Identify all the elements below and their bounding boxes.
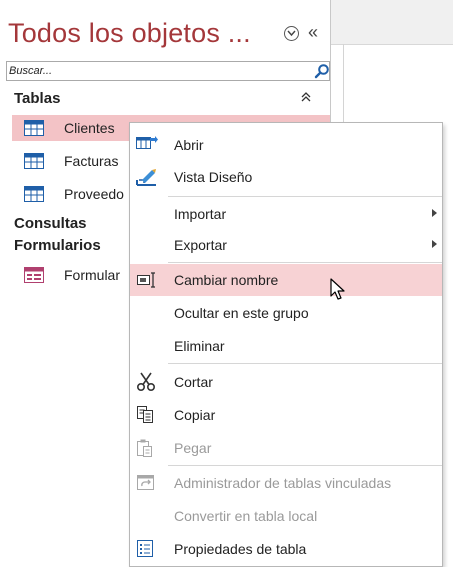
menu-item-label: Propiedades de tabla: [174, 541, 307, 557]
nav-item-label: Formular: [64, 267, 121, 283]
properties-icon: [136, 539, 156, 559]
menu-item-label: Vista Diseño: [174, 169, 253, 185]
open-table-icon: [136, 135, 158, 155]
group-header-consultas[interactable]: Consultas: [14, 215, 87, 232]
menu-item-convertir-tabla-local[interactable]: Convertir en tabla local: [130, 500, 442, 532]
search-icon[interactable]: [314, 63, 330, 84]
table-icon: [24, 153, 44, 174]
rename-icon: [136, 270, 156, 290]
menu-item-label: Administrador de tablas vinculadas: [174, 475, 392, 491]
menu-separator: [168, 196, 442, 197]
table-icon: [24, 186, 44, 207]
submenu-arrow-icon: [432, 240, 437, 248]
group-header-formularios[interactable]: Formularios: [14, 237, 101, 254]
navigation-pane-title[interactable]: Todos los objetos ...: [8, 18, 251, 49]
double-chevron-up-icon[interactable]: [300, 91, 312, 106]
menu-item-pegar[interactable]: Pegar: [130, 432, 442, 464]
menu-item-label: Pegar: [174, 440, 212, 456]
search-input[interactable]: [9, 63, 299, 79]
menu-item-propiedades-tabla[interactable]: Propiedades de tabla: [130, 533, 442, 565]
menu-item-label: Cortar: [174, 374, 213, 390]
context-menu: Abrir Vista Diseño Importar Exportar Cam…: [129, 122, 443, 567]
menu-item-ocultar[interactable]: Ocultar en este grupo: [130, 297, 442, 329]
paste-icon: [136, 438, 156, 458]
menu-item-label: Eliminar: [174, 338, 225, 354]
nav-item-label: Proveedo: [64, 186, 124, 202]
design-view-icon: [136, 167, 156, 187]
nav-item-label: Clientes: [64, 120, 115, 136]
menu-item-vista-diseno[interactable]: Vista Diseño: [130, 161, 442, 193]
menu-item-importar[interactable]: Importar: [130, 198, 442, 230]
menu-item-label: Exportar: [174, 237, 227, 253]
menu-item-copiar[interactable]: Copiar: [130, 399, 442, 431]
menu-separator: [168, 363, 442, 364]
menu-item-exportar[interactable]: Exportar: [130, 229, 442, 261]
menu-item-label: Ocultar en este grupo: [174, 305, 309, 321]
menu-item-cortar[interactable]: Cortar: [130, 366, 442, 398]
search-box: [6, 61, 330, 81]
menu-item-abrir[interactable]: Abrir: [130, 129, 442, 161]
menu-separator: [168, 262, 442, 263]
menu-item-label: Convertir en tabla local: [174, 508, 318, 524]
menu-item-label: Copiar: [174, 407, 216, 423]
menu-item-cambiar-nombre[interactable]: Cambiar nombre: [130, 264, 442, 296]
menu-item-label: Abrir: [174, 137, 204, 153]
menu-separator: [168, 465, 442, 466]
table-icon: [24, 120, 44, 141]
form-icon: [24, 267, 44, 288]
group-header-tablas[interactable]: Tablas: [14, 90, 60, 107]
ribbon-strip: [331, 0, 453, 45]
menu-item-eliminar[interactable]: Eliminar: [130, 330, 442, 362]
circle-chevron-down-icon[interactable]: [284, 26, 299, 41]
submenu-arrow-icon: [432, 209, 437, 217]
collapse-pane-button[interactable]: «: [308, 22, 318, 43]
linked-table-manager-icon: [136, 473, 156, 493]
mouse-pointer-icon: [330, 278, 346, 307]
scissors-icon: [136, 372, 156, 392]
menu-item-label: Importar: [174, 206, 227, 222]
nav-item-label: Facturas: [64, 153, 119, 169]
menu-item-administrador-tablas[interactable]: Administrador de tablas vinculadas: [130, 467, 442, 499]
copy-icon: [136, 405, 156, 425]
menu-item-label: Cambiar nombre: [174, 272, 279, 288]
